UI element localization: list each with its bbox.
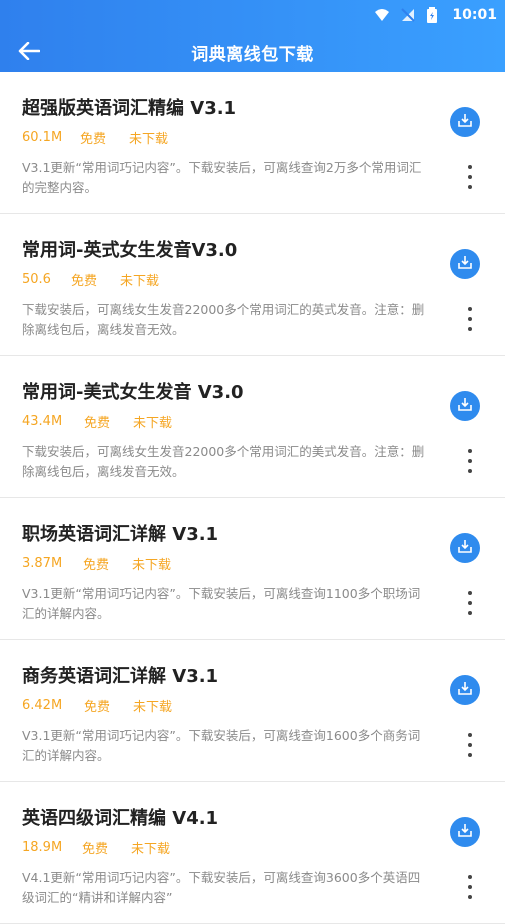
package-title: 英语四级词汇精编 V4.1 bbox=[22, 808, 219, 829]
package-description: V3.1更新“常用词巧记内容”。下载安装后，可离线查询2万多个常用词汇的完整内容… bbox=[22, 160, 422, 195]
more-dot-icon bbox=[468, 307, 472, 311]
package-status: 未下载 bbox=[132, 558, 172, 573]
package-size: 50.6 bbox=[22, 272, 51, 287]
more-dot-icon bbox=[468, 175, 472, 179]
package-title: 商务英语词汇详解 V3.1 bbox=[22, 666, 219, 687]
list-item[interactable]: 英语四级词汇精编 V4.1 18.9M 免费 未下载 V4.1更新“常用词巧记内… bbox=[0, 782, 505, 924]
package-price: 免费 bbox=[80, 132, 107, 147]
package-status: 未下载 bbox=[133, 416, 173, 431]
app-header: 10:01 词典离线包下载 bbox=[0, 0, 505, 72]
list-item[interactable]: 常用词-美式女生发音 V3.0 43.4M 免费 未下载 下载安装后，可离线女生… bbox=[0, 356, 505, 498]
package-title: 职场英语词汇详解 V3.1 bbox=[22, 524, 219, 545]
package-meta: 60.1M 免费 未下载 bbox=[22, 128, 168, 147]
more-dot-icon bbox=[468, 469, 472, 473]
download-icon bbox=[457, 396, 473, 416]
package-price: 免费 bbox=[83, 558, 110, 573]
download-icon bbox=[457, 680, 473, 700]
more-dot-icon bbox=[468, 165, 472, 169]
download-button[interactable] bbox=[450, 533, 480, 563]
more-dot-icon bbox=[468, 449, 472, 453]
more-dot-icon bbox=[468, 317, 472, 321]
more-options-button[interactable] bbox=[465, 449, 475, 473]
more-options-button[interactable] bbox=[465, 733, 475, 757]
back-button[interactable] bbox=[16, 40, 42, 66]
download-button[interactable] bbox=[450, 249, 480, 279]
package-title: 常用词-美式女生发音 V3.0 bbox=[22, 382, 244, 403]
status-time: 10:01 bbox=[452, 7, 497, 23]
package-size: 43.4M bbox=[22, 414, 63, 429]
package-price: 免费 bbox=[71, 274, 98, 289]
package-list: 超强版英语词汇精编 V3.1 60.1M 免费 未下载 V3.1更新“常用词巧记… bbox=[0, 72, 505, 924]
more-dot-icon bbox=[468, 875, 472, 879]
package-status: 未下载 bbox=[131, 842, 171, 857]
more-options-button[interactable] bbox=[465, 307, 475, 331]
download-button[interactable] bbox=[450, 107, 480, 137]
package-description: 下载安装后，可离线女生发音22000多个常用词汇的英式发音。注意：删除离线包后，… bbox=[22, 302, 425, 337]
more-options-button[interactable] bbox=[465, 875, 475, 899]
battery-icon bbox=[426, 7, 442, 23]
package-meta: 18.9M 免费 未下载 bbox=[22, 838, 170, 857]
more-options-button[interactable] bbox=[465, 591, 475, 615]
download-button[interactable] bbox=[450, 675, 480, 705]
download-button[interactable] bbox=[450, 817, 480, 847]
more-dot-icon bbox=[468, 611, 472, 615]
more-dot-icon bbox=[468, 733, 472, 737]
list-item[interactable]: 职场英语词汇详解 V3.1 3.87M 免费 未下载 V3.1更新“常用词巧记内… bbox=[0, 498, 505, 640]
list-item[interactable]: 常用词-英式女生发音V3.0 50.6 免费 未下载 下载安装后，可离线女生发音… bbox=[0, 214, 505, 356]
package-meta: 3.87M 免费 未下载 bbox=[22, 554, 171, 573]
package-status: 未下载 bbox=[129, 132, 169, 147]
more-dot-icon bbox=[468, 185, 472, 189]
package-size: 60.1M bbox=[22, 130, 63, 145]
package-description: 下载安装后，可离线女生发音22000多个常用词汇的美式发音。注意：删除离线包后，… bbox=[22, 444, 425, 479]
title-bar: 词典离线包下载 bbox=[0, 32, 505, 72]
download-icon bbox=[457, 112, 473, 132]
more-dot-icon bbox=[468, 459, 472, 463]
package-price: 免费 bbox=[82, 842, 109, 857]
package-size: 18.9M bbox=[22, 840, 63, 855]
download-icon bbox=[457, 538, 473, 558]
package-status: 未下载 bbox=[120, 274, 160, 289]
package-description: V3.1更新“常用词巧记内容”。下载安装后，可离线查询1100多个职场词汇的详解… bbox=[22, 586, 421, 621]
package-description: V3.1更新“常用词巧记内容”。下载安装后，可离线查询1600多个商务词汇的详解… bbox=[22, 728, 421, 763]
more-dot-icon bbox=[468, 601, 472, 605]
more-dot-icon bbox=[468, 895, 472, 899]
list-item[interactable]: 商务英语词汇详解 V3.1 6.42M 免费 未下载 V3.1更新“常用词巧记内… bbox=[0, 640, 505, 782]
package-size: 3.87M bbox=[22, 556, 63, 571]
package-meta: 43.4M 免费 未下载 bbox=[22, 412, 172, 431]
arrow-left-icon bbox=[18, 41, 41, 64]
download-icon bbox=[457, 254, 473, 274]
package-price: 免费 bbox=[84, 700, 111, 715]
wifi-icon bbox=[374, 7, 390, 23]
more-dot-icon bbox=[468, 327, 472, 331]
no-signal-icon bbox=[400, 7, 416, 23]
list-item[interactable]: 超强版英语词汇精编 V3.1 60.1M 免费 未下载 V3.1更新“常用词巧记… bbox=[0, 72, 505, 214]
package-title: 常用词-英式女生发音V3.0 bbox=[22, 240, 238, 261]
more-dot-icon bbox=[468, 743, 472, 747]
download-icon bbox=[457, 822, 473, 842]
more-dot-icon bbox=[468, 591, 472, 595]
package-title: 超强版英语词汇精编 V3.1 bbox=[22, 98, 237, 119]
package-meta: 50.6 免费 未下载 bbox=[22, 270, 159, 289]
download-button[interactable] bbox=[450, 391, 480, 421]
package-status: 未下载 bbox=[133, 700, 173, 715]
page-title: 词典离线包下载 bbox=[191, 44, 314, 65]
status-bar: 10:01 bbox=[374, 4, 497, 26]
more-dot-icon bbox=[468, 753, 472, 757]
package-description: V4.1更新“常用词巧记内容”。下载安装后，可离线查询3600多个英语四级词汇的… bbox=[22, 870, 421, 905]
package-size: 6.42M bbox=[22, 698, 63, 713]
package-price: 免费 bbox=[84, 416, 111, 431]
more-dot-icon bbox=[468, 885, 472, 889]
package-meta: 6.42M 免费 未下载 bbox=[22, 696, 172, 715]
more-options-button[interactable] bbox=[465, 165, 475, 189]
